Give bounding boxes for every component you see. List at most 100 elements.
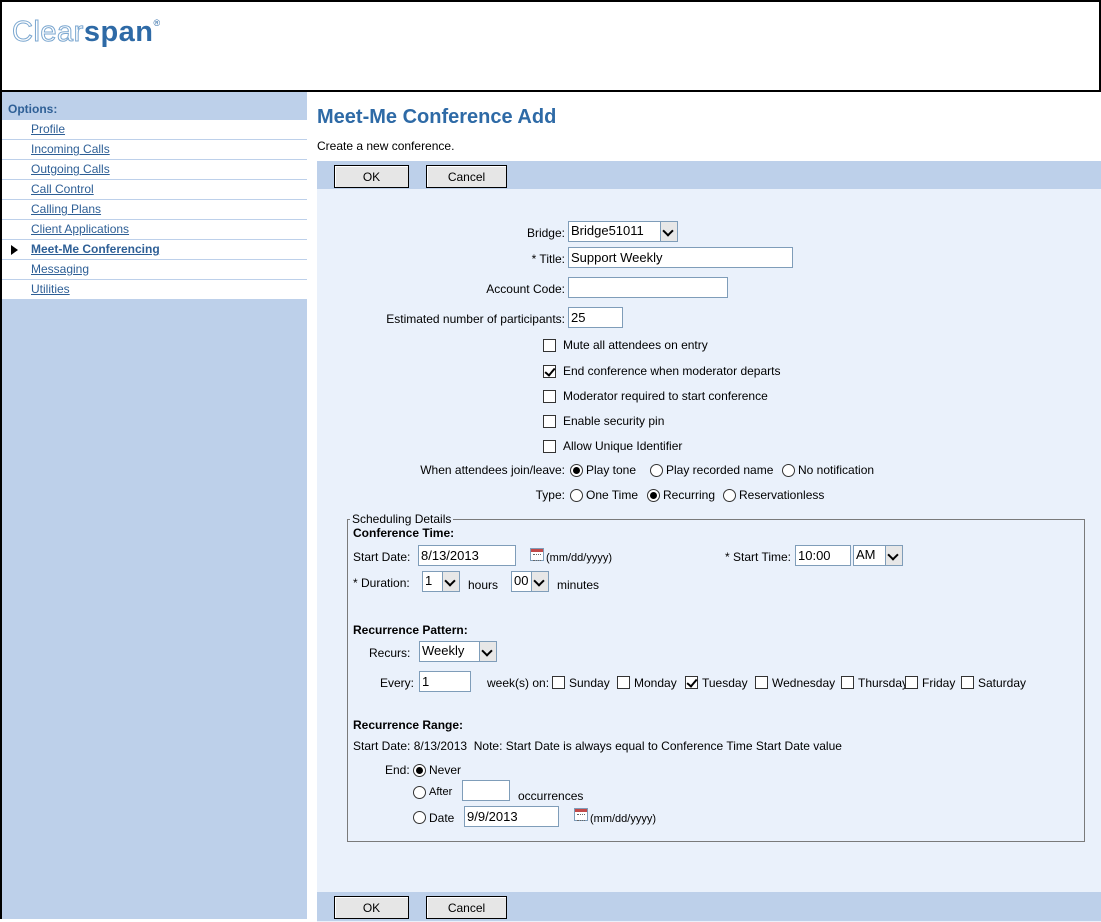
duration-hours-select[interactable]: 1 bbox=[422, 571, 460, 592]
sidebar: Options: Profile Incoming Calls Outgoing… bbox=[2, 92, 307, 919]
end-date-radio[interactable] bbox=[413, 811, 426, 824]
ok-button[interactable]: OK bbox=[334, 165, 409, 188]
wednesday-checkbox[interactable] bbox=[755, 676, 768, 689]
sidebar-item-messaging[interactable]: Messaging bbox=[2, 260, 307, 280]
sidebar-item-label[interactable]: Messaging bbox=[31, 262, 89, 276]
reservationless-radio[interactable] bbox=[723, 489, 736, 502]
thursday-checkbox[interactable] bbox=[841, 676, 854, 689]
saturday-label: Saturday bbox=[978, 676, 1027, 690]
every-input[interactable] bbox=[419, 671, 471, 692]
play-recorded-name-radio[interactable] bbox=[650, 464, 663, 477]
sunday-checkbox[interactable] bbox=[552, 676, 565, 689]
friday-checkbox[interactable] bbox=[905, 676, 918, 689]
moderator-required-checkbox[interactable] bbox=[543, 390, 556, 403]
participants-label: Estimated number of participants: bbox=[386, 312, 565, 326]
page-title: Meet-Me Conference Add bbox=[317, 106, 557, 128]
monday-label: Monday bbox=[634, 676, 677, 690]
sidebar-item-incoming-calls[interactable]: Incoming Calls bbox=[2, 140, 307, 160]
sidebar-item-profile[interactable]: Profile bbox=[2, 120, 307, 140]
calendar-icon[interactable] bbox=[574, 808, 588, 821]
sidebar-item-label[interactable]: Incoming Calls bbox=[31, 142, 110, 156]
security-pin-label: Enable security pin bbox=[563, 414, 665, 428]
sidebar-item-utilities[interactable]: Utilities bbox=[2, 280, 307, 300]
reservationless-label: Reservationless bbox=[739, 488, 825, 502]
calendar-icon[interactable] bbox=[530, 548, 544, 561]
end-after-label: After bbox=[429, 786, 453, 798]
mute-attendees-checkbox[interactable] bbox=[543, 339, 556, 352]
wednesday-label: Wednesday bbox=[772, 676, 836, 690]
duration-label: * Duration: bbox=[353, 576, 410, 590]
account-code-input[interactable] bbox=[568, 277, 728, 298]
duration-minutes-select[interactable]: 00 bbox=[511, 571, 549, 592]
occurrences-input[interactable] bbox=[462, 780, 510, 801]
conference-time-heading: Conference Time: bbox=[353, 526, 455, 540]
start-time-label: * Start Time: bbox=[725, 550, 792, 564]
title-label: * Title: bbox=[531, 252, 565, 266]
cancel-button[interactable]: Cancel bbox=[426, 896, 507, 919]
range-note: Start Date: 8/13/2013 Note: Start Date i… bbox=[353, 739, 842, 753]
saturday-checkbox[interactable] bbox=[961, 676, 974, 689]
recurring-radio[interactable] bbox=[647, 489, 660, 502]
ampm-select[interactable]: AM bbox=[853, 545, 903, 566]
sidebar-item-calling-plans[interactable]: Calling Plans bbox=[2, 200, 307, 220]
recurs-select[interactable]: Weekly bbox=[419, 641, 497, 662]
start-date-input[interactable] bbox=[418, 545, 516, 566]
sidebar-item-label[interactable]: Calling Plans bbox=[31, 202, 101, 216]
hours-label: hours bbox=[468, 578, 499, 592]
top-button-bar: OK Cancel bbox=[317, 161, 1101, 190]
bridge-select[interactable]: Bridge51011 bbox=[568, 221, 678, 242]
options-title: Options: bbox=[8, 102, 58, 116]
title-input[interactable] bbox=[568, 247, 793, 268]
scheduling-content: Conference Time: Start Date: (mm/dd/yyyy… bbox=[347, 512, 1085, 842]
sunday-label: Sunday bbox=[569, 676, 610, 690]
friday-label: Friday bbox=[922, 676, 956, 690]
recurrence-pattern-heading: Recurrence Pattern: bbox=[353, 623, 468, 637]
sidebar-item-client-applications[interactable]: Client Applications bbox=[2, 220, 307, 240]
chevron-down-icon bbox=[660, 222, 677, 241]
recurring-label: Recurring bbox=[663, 488, 716, 502]
weeks-on-label: week(s) on: bbox=[487, 676, 550, 690]
unique-identifier-label: Allow Unique Identifier bbox=[563, 439, 683, 453]
sidebar-item-label[interactable]: Client Applications bbox=[31, 222, 129, 236]
type-label: Type: bbox=[535, 488, 565, 502]
sidebar-item-label[interactable]: Utilities bbox=[31, 282, 70, 296]
header: Clearspan® bbox=[2, 2, 1099, 90]
play-tone-label: Play tone bbox=[586, 463, 637, 477]
no-notification-label: No notification bbox=[798, 463, 875, 477]
sidebar-item-meet-me-conferencing[interactable]: Meet-Me Conferencing bbox=[2, 240, 307, 260]
tuesday-checkbox[interactable] bbox=[685, 676, 698, 689]
chevron-down-icon bbox=[479, 642, 496, 661]
account-code-label: Account Code: bbox=[486, 282, 565, 296]
security-pin-checkbox[interactable] bbox=[543, 415, 556, 428]
sidebar-item-label[interactable]: Outgoing Calls bbox=[31, 162, 110, 176]
end-never-radio[interactable] bbox=[413, 764, 426, 777]
end-date-format-hint: (mm/dd/yyyy) bbox=[590, 813, 656, 825]
sidebar-item-label[interactable]: Profile bbox=[31, 122, 65, 136]
end-never-label: Never bbox=[429, 763, 462, 777]
mute-attendees-label: Mute all attendees on entry bbox=[563, 338, 708, 352]
no-notification-radio[interactable] bbox=[782, 464, 795, 477]
sidebar-item-call-control[interactable]: Call Control bbox=[2, 180, 307, 200]
one-time-radio[interactable] bbox=[570, 489, 583, 502]
end-conference-checkbox[interactable] bbox=[543, 365, 556, 378]
occurrences-label: occurrences bbox=[518, 789, 584, 803]
page-subtitle: Create a new conference. bbox=[317, 139, 455, 153]
cancel-button[interactable]: Cancel bbox=[426, 165, 507, 188]
monday-checkbox[interactable] bbox=[617, 676, 630, 689]
date-format-hint: (mm/dd/yyyy) bbox=[546, 552, 612, 564]
thursday-label: Thursday bbox=[858, 676, 909, 690]
minutes-label: minutes bbox=[557, 578, 600, 592]
sidebar-item-label[interactable]: Meet-Me Conferencing bbox=[31, 242, 160, 256]
sidebar-item-label[interactable]: Call Control bbox=[31, 182, 94, 196]
join-leave-label: When attendees join/leave: bbox=[420, 463, 565, 477]
ok-button[interactable]: OK bbox=[334, 896, 409, 919]
play-tone-radio[interactable] bbox=[570, 464, 583, 477]
sidebar-item-outgoing-calls[interactable]: Outgoing Calls bbox=[2, 160, 307, 180]
start-time-input[interactable] bbox=[795, 545, 851, 566]
end-after-radio[interactable] bbox=[413, 786, 426, 799]
end-date-input[interactable] bbox=[464, 806, 559, 827]
start-date-label: Start Date: bbox=[353, 550, 411, 564]
participants-input[interactable] bbox=[568, 307, 623, 328]
unique-identifier-checkbox[interactable] bbox=[543, 440, 556, 453]
chevron-down-icon bbox=[442, 572, 459, 591]
